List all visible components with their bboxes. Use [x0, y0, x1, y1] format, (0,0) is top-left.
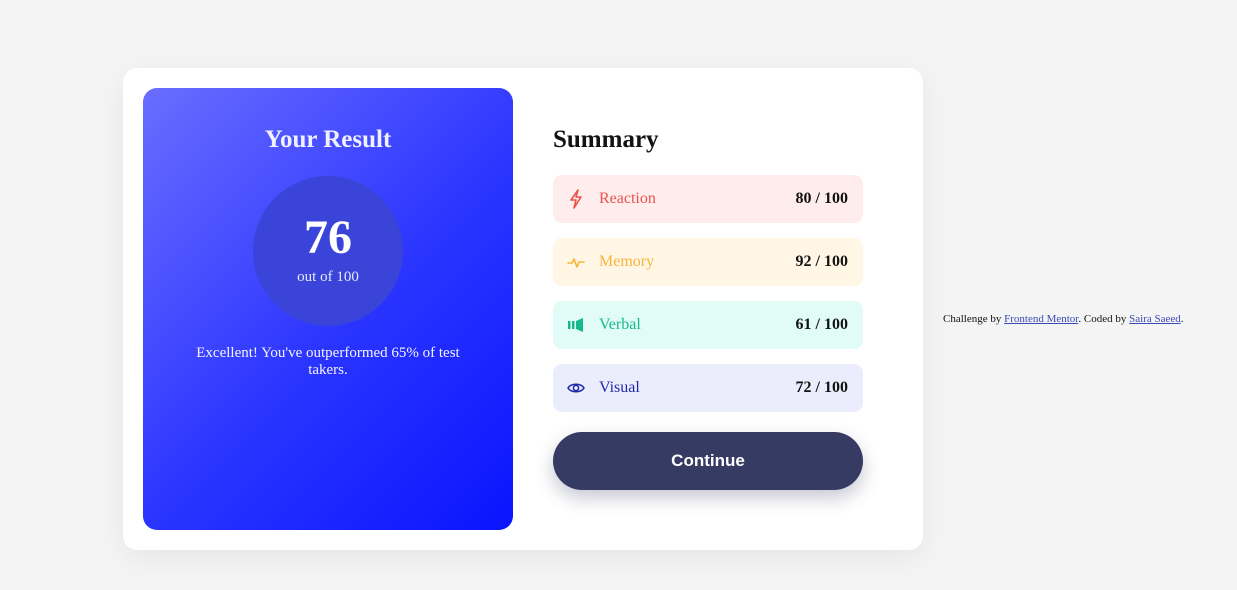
summary-label: Verbal	[599, 316, 641, 333]
summary-score: 61 / 100	[795, 316, 848, 333]
continue-button[interactable]: Continue	[553, 432, 863, 490]
summary-score: 92 / 100	[795, 253, 848, 270]
attribution-prefix: Challenge by	[943, 313, 1005, 325]
summary-row-verbal: Verbal 61 / 100	[553, 301, 863, 349]
summary-title: Summary	[553, 126, 659, 153]
attribution-middle: . Coded by	[1078, 313, 1130, 325]
summary-label: Reaction	[599, 190, 656, 207]
author-link[interactable]: Saira Saeed	[1129, 313, 1181, 325]
pulse-icon	[567, 252, 585, 272]
summary-list: Reaction 80 / 100 Memory 92 / 100 Verbal	[553, 175, 863, 427]
speaker-icon	[567, 315, 585, 335]
result-title: Your Result	[264, 126, 392, 153]
score-out-of: out of 100	[297, 269, 359, 285]
result-panel: Your Result 76 out of 100 Excellent! You…	[143, 88, 513, 530]
result-message: Excellent! You've outperformed 65% of te…	[196, 345, 460, 378]
summary-row-reaction: Reaction 80 / 100	[553, 175, 863, 223]
summary-label: Visual	[599, 379, 640, 396]
summary-score: 80 / 100	[795, 190, 848, 207]
summary-score: 72 / 100	[795, 379, 848, 396]
summary-row-memory: Memory 92 / 100	[553, 238, 863, 286]
attribution: Challenge by Frontend Mentor. Coded by S…	[943, 313, 1183, 325]
results-card: Your Result 76 out of 100 Excellent! You…	[123, 68, 923, 550]
summary-row-visual: Visual 72 / 100	[553, 364, 863, 412]
frontend-mentor-link[interactable]: Frontend Mentor	[1004, 313, 1078, 325]
score-value: 76	[304, 211, 352, 264]
eye-icon	[567, 378, 585, 398]
score-circle: 76 out of 100	[253, 176, 403, 326]
summary-label: Memory	[599, 253, 655, 270]
lightning-icon	[567, 189, 585, 209]
attribution-suffix: .	[1180, 313, 1184, 325]
